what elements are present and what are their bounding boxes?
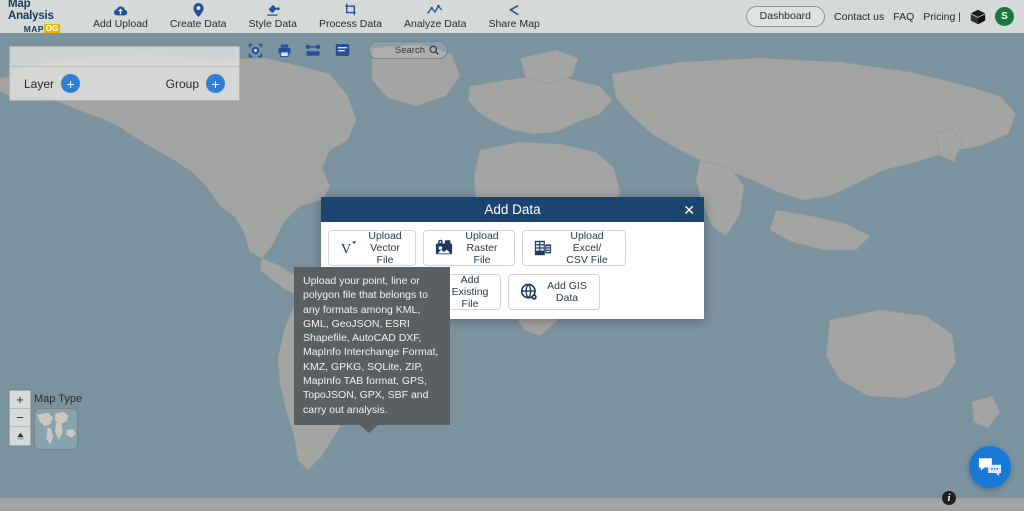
close-icon[interactable]: ✕ <box>683 203 695 217</box>
option-label: Add Existing File <box>451 274 489 310</box>
layer-group-row: Layer + Group + <box>10 67 239 100</box>
layer-panel-header <box>10 47 239 67</box>
dialog-header: Add Data ✕ <box>321 197 704 222</box>
dialog-title: Add Data <box>484 202 541 217</box>
nav-label: Analyze Data <box>403 18 467 31</box>
vector-upload-tooltip: Upload your point, line or polygon file … <box>294 267 450 433</box>
nav-label: Create Data <box>169 18 227 31</box>
zoom-out-button[interactable]: − <box>10 409 30 427</box>
tooltip-text: Upload your point, line or polygon file … <box>303 275 439 416</box>
print-icon[interactable] <box>275 41 293 59</box>
add-group-button[interactable]: + <box>206 74 225 93</box>
nav-item-add-upload[interactable]: Add Upload <box>82 3 159 30</box>
upload-raster-file-button[interactable]: Upload Raster File <box>423 230 515 266</box>
map-pin-icon <box>193 3 204 18</box>
nav-item-style-data[interactable]: Style Data <box>238 3 308 30</box>
nav-label: Share Map <box>488 18 540 31</box>
nav-label: Style Data <box>248 18 297 31</box>
map-toolbar: Search <box>246 41 448 59</box>
raster-image-icon <box>434 239 453 258</box>
zoom-controls: + − <box>9 390 31 446</box>
pricing-link[interactable]: Pricing | <box>923 11 961 23</box>
brand-subtitle: MAP OG <box>8 24 76 34</box>
nav-item-share-map[interactable]: Share Map <box>477 3 550 30</box>
group-control: Group + <box>166 74 225 93</box>
spreadsheet-icon <box>533 239 552 258</box>
nav-label: Process Data <box>318 18 382 31</box>
search-input[interactable]: Search <box>368 41 448 59</box>
map-type-label: Map Type <box>34 393 83 405</box>
tooltip-arrow <box>360 424 378 433</box>
paint-style-icon <box>266 3 280 17</box>
map-type-control: Map Type <box>34 393 82 450</box>
add-layer-button[interactable]: + <box>61 74 81 93</box>
layer-label: Layer <box>24 76 55 91</box>
faq-link[interactable]: FAQ <box>893 11 914 23</box>
add-gis-data-button[interactable]: Add GIS Data <box>508 274 600 310</box>
nav-item-analyze-data[interactable]: Analyze Data <box>393 3 477 30</box>
layer-panel: Layer + Group + <box>9 46 240 101</box>
cloud-upload-icon <box>113 3 128 17</box>
option-label: Upload Excel/ CSV File <box>566 230 608 266</box>
app-header: Map Analysis MAP OG Add Upload Create Dat… <box>0 0 1024 34</box>
layer-control: Layer + <box>24 74 81 93</box>
search-icon[interactable] <box>429 45 439 55</box>
north-arrow-icon[interactable] <box>10 427 30 445</box>
measure-icon[interactable] <box>304 41 322 59</box>
map-type-thumbnail[interactable] <box>34 408 78 450</box>
upload-excel-csv-button[interactable]: Upload Excel/ CSV File <box>522 230 626 266</box>
vector-file-icon: V <box>339 239 358 258</box>
dashboard-button[interactable]: Dashboard <box>745 6 826 27</box>
primary-nav: Add Upload Create Data Style Data Proces… <box>82 3 551 30</box>
nav-label: Add Upload <box>93 18 148 31</box>
share-nodes-icon <box>507 3 521 17</box>
group-label: Group <box>165 76 199 91</box>
fullscreen-target-icon[interactable] <box>246 41 264 59</box>
option-label: Upload Raster File <box>465 230 499 266</box>
header-right: Dashboard Contact us FAQ Pricing | S <box>745 6 1024 27</box>
brand-sub-accent: OG <box>43 24 61 34</box>
brand-logo[interactable]: Map Analysis MAP OG <box>0 0 76 34</box>
crop-process-icon <box>344 3 357 17</box>
avatar[interactable]: S <box>995 7 1014 26</box>
search-placeholder: Search <box>394 44 425 56</box>
info-icon[interactable]: i <box>942 491 956 505</box>
map-thumb-vector <box>35 409 77 449</box>
nav-item-create-data[interactable]: Create Data <box>159 3 238 30</box>
svg-text:V: V <box>340 241 351 257</box>
option-label: Upload Vector File <box>368 230 402 266</box>
cube-icon[interactable] <box>970 9 986 25</box>
brand-sub-main: MAP <box>23 24 44 35</box>
contact-us-link[interactable]: Contact us <box>834 11 884 23</box>
chat-bubbles-icon <box>978 457 1002 478</box>
legend-panel-icon[interactable] <box>333 41 351 59</box>
nav-item-process-data[interactable]: Process Data <box>308 3 393 30</box>
zoom-in-button[interactable]: + <box>10 391 30 409</box>
brand-title: Map Analysis <box>8 0 54 22</box>
chat-widget-button[interactable] <box>969 446 1011 488</box>
globe-gis-icon <box>519 283 538 302</box>
option-label: Add GIS Data <box>547 280 587 304</box>
analytics-chart-icon <box>427 3 443 17</box>
upload-vector-file-button[interactable]: V Upload Vector File <box>328 230 416 266</box>
app-root: Map Analysis MAP OG Add Upload Create Dat… <box>0 0 1024 511</box>
